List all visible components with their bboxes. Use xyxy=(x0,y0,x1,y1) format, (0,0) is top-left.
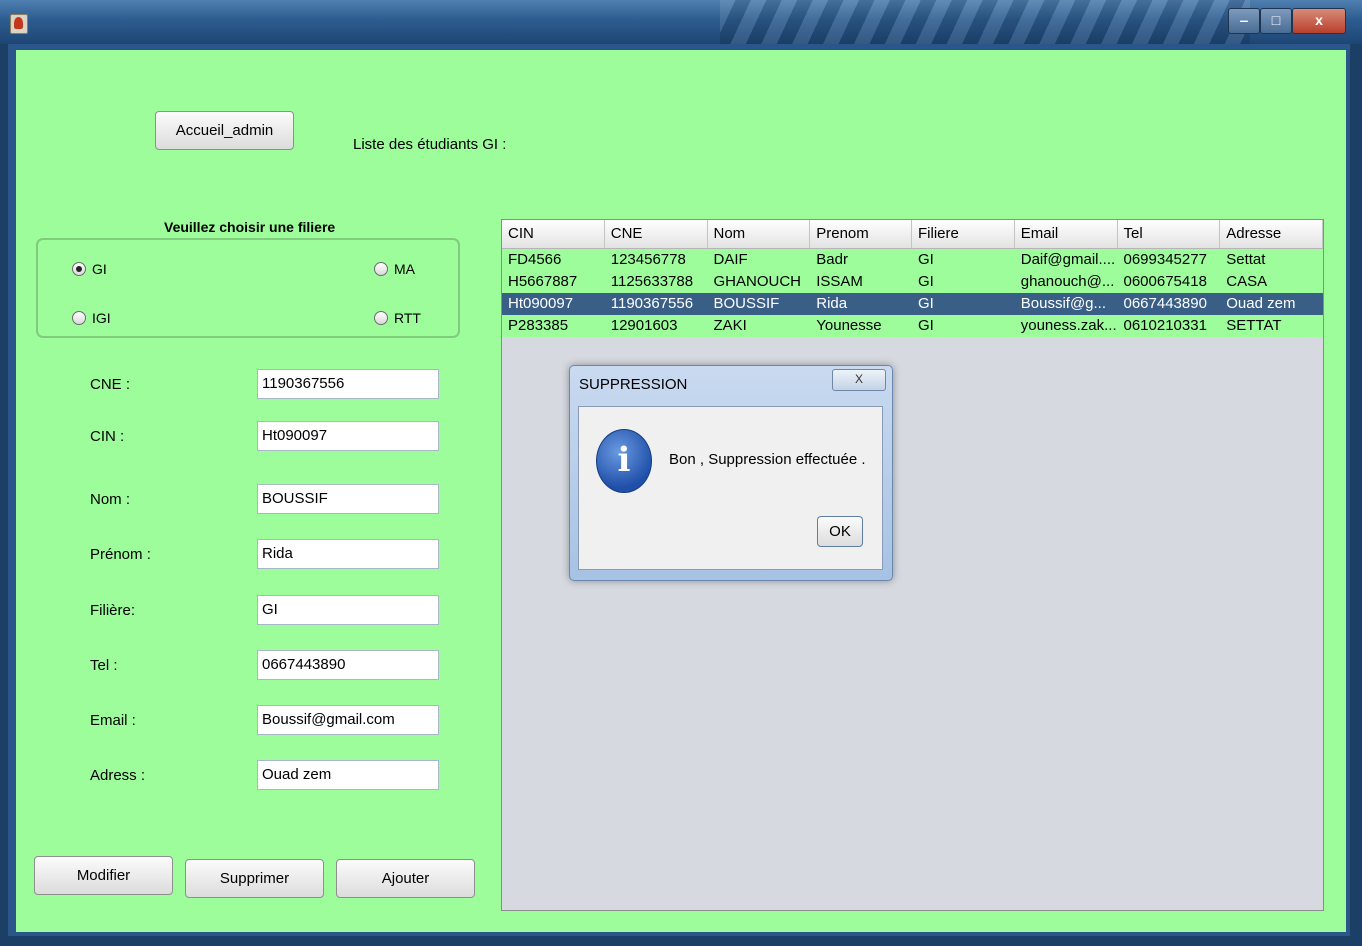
table-header: CIN CNE Nom Prenom Filiere Email Tel Adr… xyxy=(502,220,1323,249)
table-body: FD4566 123456778 DAIF Badr GI Daif@gmail… xyxy=(502,249,1323,337)
suppression-dialog: SUPPRESSION X i Bon , Suppression effect… xyxy=(569,365,893,581)
radio-igi-label: IGI xyxy=(92,310,111,326)
table-cell: CASA xyxy=(1226,273,1268,290)
cne-input[interactable]: 1190367556 xyxy=(257,369,439,399)
java-app-icon xyxy=(10,14,28,34)
radio-gi[interactable]: GI xyxy=(72,261,107,277)
table-row-selected[interactable]: Ht090097 1190367556 BOUSSIF Rida GI Bous… xyxy=(502,293,1323,315)
table-cell: Younesse xyxy=(816,317,882,334)
radio-rtt-label: RTT xyxy=(394,310,421,326)
cin-label: CIN : xyxy=(90,428,125,445)
table-cell: ghanouch@... xyxy=(1020,273,1115,290)
table-cell: 123456778 xyxy=(610,251,686,268)
tel-label: Tel : xyxy=(90,657,118,674)
table-cell: ZAKI xyxy=(713,317,747,334)
adress-input[interactable]: Ouad zem xyxy=(257,760,439,790)
radio-igi[interactable]: IGI xyxy=(72,310,111,326)
table-cell: 0610210331 xyxy=(1123,317,1207,334)
titlebar-decoration xyxy=(720,0,1250,44)
radio-ma[interactable]: MA xyxy=(374,261,415,277)
table-cell: GI xyxy=(918,273,934,290)
filiere-label: Filière: xyxy=(90,602,136,619)
table-cell: youness.zak... xyxy=(1020,317,1117,334)
prenom-label: Prénom : xyxy=(90,546,151,563)
window-titlebar: ‒ □ x xyxy=(0,0,1362,44)
radio-unselected-icon xyxy=(374,262,388,276)
dialog-title: SUPPRESSION xyxy=(579,376,688,393)
table-cell: SETTAT xyxy=(1226,317,1282,334)
column-header[interactable]: Prenom xyxy=(810,220,912,248)
table-cell: 1125633788 xyxy=(610,273,694,290)
nom-label: Nom : xyxy=(90,491,131,508)
column-header[interactable]: Email xyxy=(1015,220,1118,248)
adress-label: Adress : xyxy=(90,767,146,784)
table-cell: Settat xyxy=(1226,251,1266,268)
table-cell: GI xyxy=(918,317,934,334)
email-input[interactable]: Boussif@gmail.com xyxy=(257,705,439,735)
table-cell: GI xyxy=(918,251,934,268)
table-cell: Daif@gmail.... xyxy=(1020,251,1116,268)
column-header[interactable]: Adresse xyxy=(1220,220,1323,248)
email-label: Email : xyxy=(90,712,136,729)
list-title: Liste des étudiants GI : xyxy=(353,136,507,153)
table-cell: 1190367556 xyxy=(610,295,694,312)
table-cell: DAIF xyxy=(713,251,748,268)
radio-gi-label: GI xyxy=(92,261,107,277)
table-cell: P283385 xyxy=(508,317,569,334)
table-cell: 12901603 xyxy=(610,317,678,334)
dialog-close-button[interactable]: X xyxy=(832,369,886,391)
minimize-button[interactable]: ‒ xyxy=(1228,8,1260,34)
table-cell: 0699345277 xyxy=(1123,251,1207,268)
close-window-button[interactable]: x xyxy=(1292,8,1346,34)
column-header[interactable]: Tel xyxy=(1118,220,1221,248)
table-row[interactable]: FD4566 123456778 DAIF Badr GI Daif@gmail… xyxy=(502,249,1323,271)
table-row[interactable]: H5667887 1125633788 GHANOUCH ISSAM GI gh… xyxy=(502,271,1323,293)
prenom-input[interactable]: Rida xyxy=(257,539,439,569)
table-cell: GHANOUCH xyxy=(713,273,802,290)
modifier-button[interactable]: Modifier xyxy=(34,856,173,895)
column-header[interactable]: Nom xyxy=(708,220,811,248)
radio-unselected-icon xyxy=(374,311,388,325)
column-header[interactable]: Filiere xyxy=(912,220,1015,248)
table-cell: ISSAM xyxy=(816,273,863,290)
tel-input[interactable]: 0667443890 xyxy=(257,650,439,680)
table-cell: Rida xyxy=(816,295,848,312)
table-cell: Badr xyxy=(816,251,848,268)
table-cell: H5667887 xyxy=(508,273,578,290)
filiere-prompt: Veuillez choisir une filiere xyxy=(164,219,336,235)
filiere-input[interactable]: GI xyxy=(257,595,439,625)
supprimer-button[interactable]: Supprimer xyxy=(185,859,324,898)
table-cell: Ouad zem xyxy=(1226,295,1296,312)
cin-input[interactable]: Ht090097 xyxy=(257,421,439,451)
radio-ma-label: MA xyxy=(394,261,415,277)
info-icon: i xyxy=(596,429,652,493)
table-row[interactable]: P283385 12901603 ZAKI Younesse GI younes… xyxy=(502,315,1323,337)
radio-rtt[interactable]: RTT xyxy=(374,310,421,326)
table-cell: Boussif@g... xyxy=(1020,295,1107,312)
table-cell: Ht090097 xyxy=(508,295,574,312)
table-cell: BOUSSIF xyxy=(713,295,780,312)
ajouter-button[interactable]: Ajouter xyxy=(336,859,475,898)
nom-input[interactable]: BOUSSIF xyxy=(257,484,439,514)
radio-unselected-icon xyxy=(72,311,86,325)
dialog-message: Bon , Suppression effectuée . xyxy=(669,451,866,468)
accueil-admin-button[interactable]: Accueil_admin xyxy=(155,111,294,150)
table-cell: FD4566 xyxy=(508,251,562,268)
table-cell: 0667443890 xyxy=(1123,295,1207,312)
ok-button[interactable]: OK xyxy=(817,516,863,547)
column-header[interactable]: CNE xyxy=(605,220,708,248)
dialog-body: i Bon , Suppression effectuée . OK xyxy=(578,406,883,570)
maximize-button[interactable]: □ xyxy=(1260,8,1292,34)
table-cell: GI xyxy=(918,295,934,312)
radio-selected-icon xyxy=(72,262,86,276)
column-header[interactable]: CIN xyxy=(502,220,605,248)
table-cell: 0600675418 xyxy=(1123,273,1207,290)
filiere-radio-group: GI MA IGI RTT xyxy=(36,238,460,338)
cne-label: CNE : xyxy=(90,376,131,393)
